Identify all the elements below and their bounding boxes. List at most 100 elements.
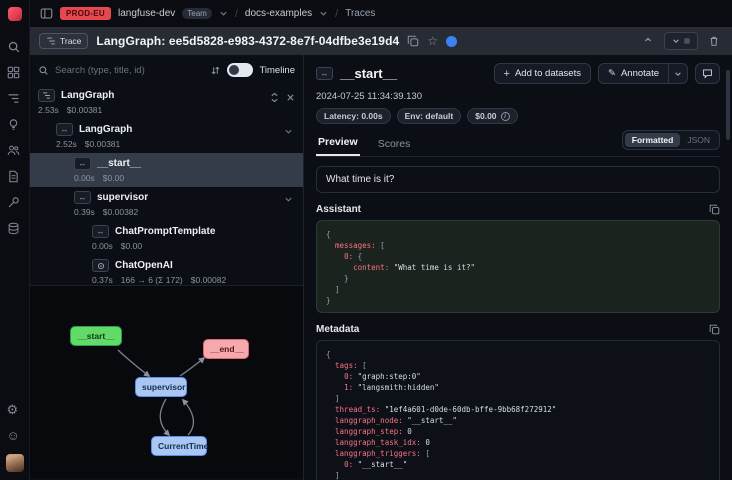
tree-row-start[interactable]: ↔ __start__ 0.00s$0.00 [30, 153, 303, 187]
add-to-datasets-button[interactable]: + Add to datasets [494, 63, 591, 84]
metadata-json: { tags: [ 0: "graph:step:0" 1: "langsmit… [316, 340, 720, 480]
org-plan-badge: Team [182, 8, 212, 19]
tab-preview[interactable]: Preview [316, 132, 360, 156]
tree-search-input[interactable] [55, 65, 204, 76]
tree-row-metrics: 0.00s$0.00 [74, 173, 295, 183]
user-avatar[interactable] [6, 454, 24, 472]
latency-badge: Latency: 0.00s [316, 108, 391, 124]
sidebar-toggle-icon[interactable] [40, 7, 53, 20]
prompts-icon[interactable] [7, 170, 23, 186]
evaluation-icon[interactable] [7, 118, 23, 134]
search-box[interactable] [55, 65, 204, 76]
annotate-dropdown-chevron[interactable] [669, 63, 688, 84]
tree-search-row: Timeline [30, 55, 303, 85]
search-icon[interactable] [7, 40, 23, 56]
agent-graph: __start__ __end__ supervisor CurrentTime [30, 286, 303, 478]
input-preview: What time is it? [316, 166, 720, 193]
graph-node-end[interactable]: __end__ [203, 339, 249, 359]
timeline-toggle-label: Timeline [259, 65, 295, 76]
cost-badge[interactable]: $0.00 i [467, 108, 517, 124]
breadcrumb-separator: / [335, 8, 338, 20]
environment-badge: PROD-EU [60, 7, 111, 20]
breadcrumb-bar: PROD-EU langfuse-dev Team / docs-example… [30, 0, 732, 27]
observation-title: __start__ [340, 66, 397, 81]
collapse-chevron-icon[interactable] [284, 195, 293, 204]
search-icon [38, 65, 49, 76]
breadcrumb-section[interactable]: Traces [345, 8, 375, 19]
copy-icon[interactable] [709, 324, 720, 335]
trace-type-badge: Trace [39, 33, 88, 49]
expand-trace-icon[interactable] [639, 32, 657, 50]
project-name[interactable]: docs-examples [245, 8, 312, 19]
tab-scores[interactable]: Scores [376, 134, 413, 156]
playground-icon[interactable] [7, 196, 23, 212]
info-icon: i [501, 112, 510, 121]
metadata-label: Metadata [316, 324, 359, 335]
support-icon[interactable]: ☺ [7, 427, 23, 443]
tree-row-trace-langgraph[interactable]: LangGraph 2.53s$0.00381 [30, 85, 303, 119]
detail-tabs: Preview Scores Formatted JSON [316, 132, 720, 157]
pencil-icon: ✎ [608, 68, 616, 79]
observation-detail-panel: ↔ __start__ + Add to datasets ✎ Annotate… [305, 55, 732, 480]
copy-icon[interactable] [709, 204, 720, 215]
annotate-split-button: ✎ Annotate [598, 63, 688, 84]
format-formatted-button[interactable]: Formatted [625, 133, 681, 147]
bookmark-star-icon[interactable]: ☆ [427, 34, 438, 48]
format-json-button[interactable]: JSON [680, 133, 717, 147]
public-share-icon[interactable] [446, 36, 457, 47]
generation-icon [92, 259, 109, 272]
langfuse-logo [8, 7, 22, 21]
tree-row-metrics: 2.52s$0.00381 [56, 139, 295, 149]
collapse-chevron-icon[interactable] [284, 127, 293, 136]
datasets-icon[interactable] [7, 222, 23, 238]
copy-trace-id-icon[interactable] [407, 35, 419, 47]
tree-row-label: ChatOpenAI [115, 260, 173, 271]
timeline-toggle[interactable] [227, 63, 253, 77]
delete-trace-icon[interactable] [705, 32, 723, 50]
observation-tree: LangGraph 2.53s$0.00381 ↔ LangGraph 2.5 [30, 85, 303, 286]
tracing-icon[interactable] [7, 92, 23, 108]
span-icon: ↔ [74, 157, 91, 170]
collapse-all-icon[interactable] [286, 92, 295, 103]
tree-row-label: LangGraph [61, 90, 114, 101]
users-icon[interactable] [7, 144, 23, 160]
detail-header: ↔ __start__ + Add to datasets ✎ Annotate [316, 63, 720, 84]
navigation-dropdown-button[interactable] [664, 32, 698, 50]
comment-button[interactable] [695, 63, 720, 84]
observation-tree-panel: Timeline LangGraph 2.53s$0.00381 [30, 55, 304, 480]
org-switcher-chevron-icon[interactable] [219, 9, 228, 18]
span-icon: ↔ [92, 225, 109, 238]
tree-row-label: ChatPromptTemplate [115, 226, 215, 237]
graph-node-supervisor[interactable]: supervisor [135, 377, 187, 397]
assistant-output-json: { messages: [ 0: { content: "What time i… [316, 220, 720, 313]
tree-row-chatprompttemplate[interactable]: ↔ ChatPromptTemplate 0.00s$0.00 [30, 221, 303, 255]
org-name[interactable]: langfuse-dev [118, 8, 175, 19]
badge-row: Latency: 0.00s Env: default $0.00 i [316, 108, 720, 124]
tree-row-chatopenai[interactable]: ChatOpenAI 0.37s166 → 6 (Σ 172)$0.00082 [30, 255, 303, 286]
settings-gear-icon[interactable]: ⚙ [7, 401, 23, 417]
assistant-section-header: Assistant [316, 204, 720, 215]
assistant-label: Assistant [316, 204, 361, 215]
metadata-section-header: Metadata [316, 324, 720, 335]
project-switcher-chevron-icon[interactable] [319, 9, 328, 18]
trace-header: Trace LangGraph: ee5d5828-e983-4372-8e7f… [30, 27, 732, 55]
icon-rail: ⚙ ☺ [0, 0, 30, 480]
span-icon: ↔ [316, 67, 333, 80]
tree-row-metrics: 2.53s$0.00381 [38, 105, 295, 115]
tree-row-supervisor[interactable]: ↔ supervisor 0.39s$0.00382 [30, 187, 303, 221]
trace-icon [38, 89, 55, 102]
dashboard-icon[interactable] [7, 66, 23, 82]
tree-row-label: LangGraph [79, 124, 132, 135]
span-icon: ↔ [74, 191, 91, 204]
graph-node-start[interactable]: __start__ [70, 326, 122, 346]
tree-row-span-langgraph[interactable]: ↔ LangGraph 2.52s$0.00381 [30, 119, 303, 153]
scrollbar-thumb[interactable] [726, 70, 730, 140]
span-icon: ↔ [56, 123, 73, 136]
expand-all-icon[interactable] [270, 92, 279, 103]
graph-node-currenttime[interactable]: CurrentTime [151, 436, 207, 456]
tree-row-label: __start__ [97, 158, 141, 169]
annotate-button[interactable]: ✎ Annotate [598, 63, 669, 84]
trace-title: LangGraph: ee5d5828-e983-4372-8e7f-04dfb… [96, 34, 399, 48]
sort-icon[interactable] [210, 65, 221, 76]
tree-row-label: supervisor [97, 192, 148, 203]
